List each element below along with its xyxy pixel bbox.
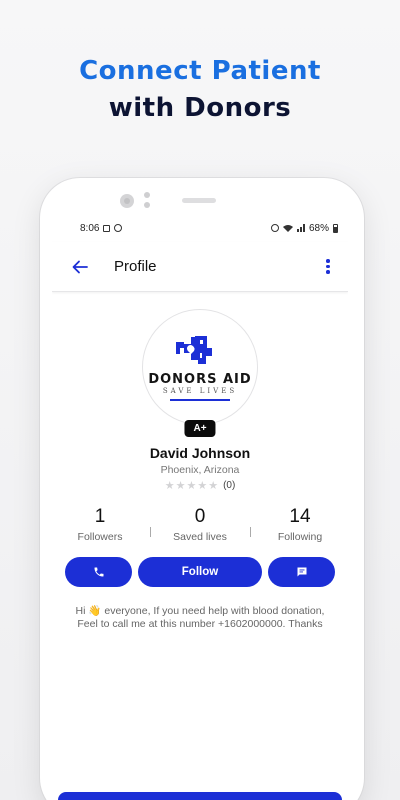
phone-icon bbox=[94, 567, 103, 577]
star-icon: ★ bbox=[164, 480, 175, 492]
message-icon bbox=[297, 567, 306, 577]
battery-icon bbox=[333, 223, 338, 233]
stat-value: 1 bbox=[94, 506, 106, 527]
divider bbox=[149, 526, 151, 537]
logo-subtitle: SAVE LIVES bbox=[162, 386, 238, 395]
status-bar: 8:06 68% bbox=[52, 214, 348, 242]
divider bbox=[249, 526, 251, 537]
stat-label: Saved lives bbox=[173, 531, 227, 543]
blood-type-badge: A+ bbox=[184, 420, 216, 437]
message-button[interactable] bbox=[268, 557, 335, 587]
headline: Connect Patient with Donors bbox=[0, 52, 400, 126]
star-icon: ★ bbox=[175, 480, 186, 492]
speaker-grille bbox=[182, 198, 216, 203]
app-notification-icon bbox=[114, 224, 123, 232]
sensor bbox=[144, 192, 150, 210]
action-buttons: Follow bbox=[52, 557, 348, 587]
front-camera bbox=[120, 194, 134, 208]
profile-bio: Hi 👋 everyone, If you need help with blo… bbox=[75, 605, 325, 630]
headline-line-1: Connect Patient bbox=[79, 56, 321, 86]
logo-underline bbox=[170, 398, 230, 401]
profile-location: Phoenix, Arizona bbox=[160, 464, 240, 476]
rating: ★ ★ ★ ★ ★ (0) bbox=[52, 479, 348, 492]
stat-following[interactable]: 14 Following bbox=[260, 506, 340, 543]
more-vertical-icon[interactable] bbox=[320, 259, 336, 274]
avatar[interactable]: DONORS AID SAVE LIVES bbox=[142, 309, 258, 425]
star-icon: ★ bbox=[186, 480, 197, 492]
star-icon: ★ bbox=[208, 480, 219, 492]
stat-saved-lives: 0 Saved lives bbox=[160, 506, 240, 543]
profile-name: David Johnson bbox=[149, 445, 251, 461]
signal-icon bbox=[296, 224, 305, 232]
image-notification-icon bbox=[103, 224, 111, 232]
stats-row: 1 Followers 0 Saved lives 14 Following bbox=[52, 506, 348, 543]
page-title: Profile bbox=[114, 258, 157, 275]
clock: 8:06 bbox=[80, 222, 100, 234]
stat-value: 14 bbox=[289, 506, 311, 527]
stat-value: 0 bbox=[194, 506, 206, 527]
logo-title: DONORS AID bbox=[148, 371, 252, 387]
stat-label: Following bbox=[277, 531, 323, 543]
battery-level: 68% bbox=[308, 222, 329, 234]
headline-line-2: with Donors bbox=[108, 93, 292, 123]
star-icon: ★ bbox=[197, 480, 208, 492]
avatar-wrap: DONORS AID SAVE LIVES A+ bbox=[142, 309, 258, 437]
wifi-icon bbox=[282, 225, 293, 232]
stat-label: Followers bbox=[77, 531, 123, 543]
bottom-action-bar[interactable] bbox=[58, 792, 342, 800]
stat-followers[interactable]: 1 Followers bbox=[60, 506, 140, 543]
app-bar: Profile bbox=[52, 242, 348, 292]
arrow-left-icon[interactable] bbox=[70, 257, 90, 277]
follow-button[interactable]: Follow bbox=[138, 557, 262, 587]
app-screen: 8:06 68% Profile DONORS AID SAVE LIVES A… bbox=[52, 214, 348, 800]
rating-count: (0) bbox=[223, 480, 236, 491]
call-button[interactable] bbox=[65, 557, 132, 587]
medical-cross-logo bbox=[176, 335, 212, 364]
alarm-icon bbox=[270, 224, 279, 232]
